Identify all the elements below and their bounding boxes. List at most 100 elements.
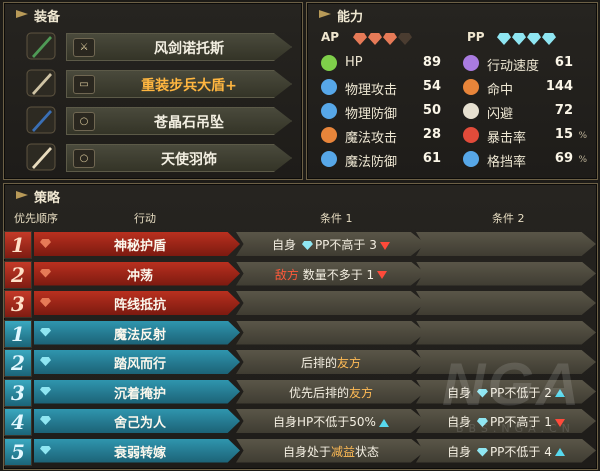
gem-icon [353,33,367,45]
stat-row: 行动速度 61 [463,53,591,75]
condition-part: 数量不多于 1 [298,267,375,282]
action-name: 魔法反射 [113,327,166,343]
speed-icon [463,55,479,71]
action-name: 衰弱转嫁 [113,445,166,461]
target-icon [463,79,479,95]
tactic-row[interactable]: 3 阵线抵抗 [4,290,596,318]
tactic-row[interactable]: 1 魔法反射 [4,319,596,348]
ring-slot-icon: ○ [73,112,95,131]
header-priority: 优先顺序 [14,212,58,225]
condition-2[interactable] [416,232,596,256]
stat-label: 物理攻击 [345,83,398,98]
condition-1[interactable]: 优先后排的友方 [236,379,426,404]
condition-2[interactable] [416,261,596,286]
triangle-up-icon [378,418,389,427]
condition-1[interactable]: 自身处于减益状态 [236,438,426,463]
action-bar[interactable]: 衰弱转嫁 [34,438,240,463]
stat-percent: % [578,155,587,165]
stat-row: 魔法防御 61 [321,149,459,171]
ability-panel: 能力 AP PP HP 89 物理攻击 54 物理防御 50 魔法攻击 28 魔法防御 61 行动… [306,2,598,180]
stat-value: 54 [422,79,441,94]
condition-part: 自身 [447,444,475,459]
condition-text: 自身 PP不低于 4 [416,443,596,460]
condition-part: PP不低于 4 [489,444,552,459]
tactic-row[interactable]: 2 冲荡 敌方 数量不多于 1 [4,260,596,289]
stat-value: 61 [422,151,441,166]
ring-slot-icon: ○ [73,149,95,168]
action-name: 神秘护盾 [113,239,166,254]
stat-value: 61 [554,55,573,70]
condition-part: 自身 [272,238,300,252]
stat-value: 50 [422,103,441,118]
stat-row: 命中 144 [463,77,591,99]
action-bar[interactable]: 舍己为人 [34,409,240,433]
equipment-panel: 装备 ⚔ 风剑诺托斯 ▭ 重装步兵大盾+ ○ 苍晶石吊坠 ○ 天使羽饰 [3,2,303,180]
gem-icon [383,33,397,45]
condition-1[interactable]: 自身HP不低于50% [236,409,426,433]
action-bar[interactable]: 踏风而行 [34,350,240,374]
condition-part: 友方 [349,385,374,400]
condition-2[interactable] [416,291,596,315]
stat-value: 15 [554,127,573,142]
pp-gem-icon [40,445,51,455]
condition-part: 自身处于 [282,444,331,459]
stat-row: 闪避 72 [463,101,591,123]
priority-number: 1 [4,319,32,348]
equipment-name: 天使羽饰 [161,152,217,168]
equipment-title: 装备 [34,6,60,25]
condition-text: 敌方 数量不多于 1 [236,266,426,283]
gem-icon [368,33,382,45]
stat-label: 魔法防御 [345,155,398,170]
header-action: 行动 [134,212,156,225]
priority-number: 3 [4,378,32,407]
equipment-bar[interactable]: ○ 天使羽饰 [66,144,292,172]
condition-1[interactable]: 敌方 数量不多于 1 [236,261,426,286]
armor-icon [321,103,337,119]
stat-value: 144 [545,79,573,94]
equipment-bar[interactable]: ⚔ 风剑诺托斯 [66,33,292,61]
staff-icon [321,127,337,143]
tactic-row[interactable]: 1 神秘护盾 自身 PP不高于 3 [4,231,596,259]
action-bar[interactable]: 神秘护盾 [34,232,240,256]
condition-2[interactable] [416,320,596,345]
equipment-bar[interactable]: ○ 苍晶石吊坠 [66,107,292,135]
gem-icon [512,33,526,45]
equipment-bar[interactable]: ▭ 重装步兵大盾+ [66,70,292,98]
pp-gem-icon [40,327,51,337]
equipment-slot[interactable]: ▭ 重装步兵大盾+ [18,66,292,100]
priority-number: 4 [4,408,32,436]
condition-1[interactable]: 后排的友方 [236,350,426,374]
action-name: 阵线抵抗 [113,298,166,313]
stat-row: HP 89 [321,53,459,75]
condition-part: 状态 [355,444,380,459]
stat-value: 89 [422,55,441,70]
stat-value: 69 [554,151,573,166]
condition-1[interactable]: 自身 PP不高于 3 [236,232,426,256]
crit-icon [463,127,479,143]
triangle-down-icon [377,271,388,279]
action-bar[interactable]: 冲荡 [34,261,240,286]
stat-label: 闪避 [487,107,514,122]
pp-gem-icon [40,386,51,396]
mage-icon [321,151,337,167]
action-name: 冲荡 [126,268,153,284]
ap-gem-icon [40,268,51,278]
stat-label: 格挡率 [487,155,527,170]
header-cond2: 条件 2 [492,212,525,225]
action-bar[interactable]: 阵线抵抗 [34,291,240,315]
condition-1[interactable] [236,320,426,345]
action-bar[interactable]: 沉着掩护 [34,379,240,404]
priority-number: 2 [4,349,32,377]
ap-gem-icon [40,298,51,307]
gem-icon [542,33,556,45]
stat-row: 物理攻击 54 [321,77,459,99]
equipment-slot[interactable]: ○ 苍晶石吊坠 [18,103,292,137]
stat-label: 物理防御 [345,107,398,122]
ability-title: 能力 [337,6,363,25]
condition-1[interactable] [236,291,426,315]
equipment-slot[interactable]: ⚔ 风剑诺托斯 [18,29,292,63]
stat-row: 物理防御 50 [321,101,459,123]
equipment-slot[interactable]: ○ 天使羽饰 [18,140,292,174]
equipment-name: 风剑诺托斯 [154,41,224,57]
action-bar[interactable]: 魔法反射 [34,320,240,345]
